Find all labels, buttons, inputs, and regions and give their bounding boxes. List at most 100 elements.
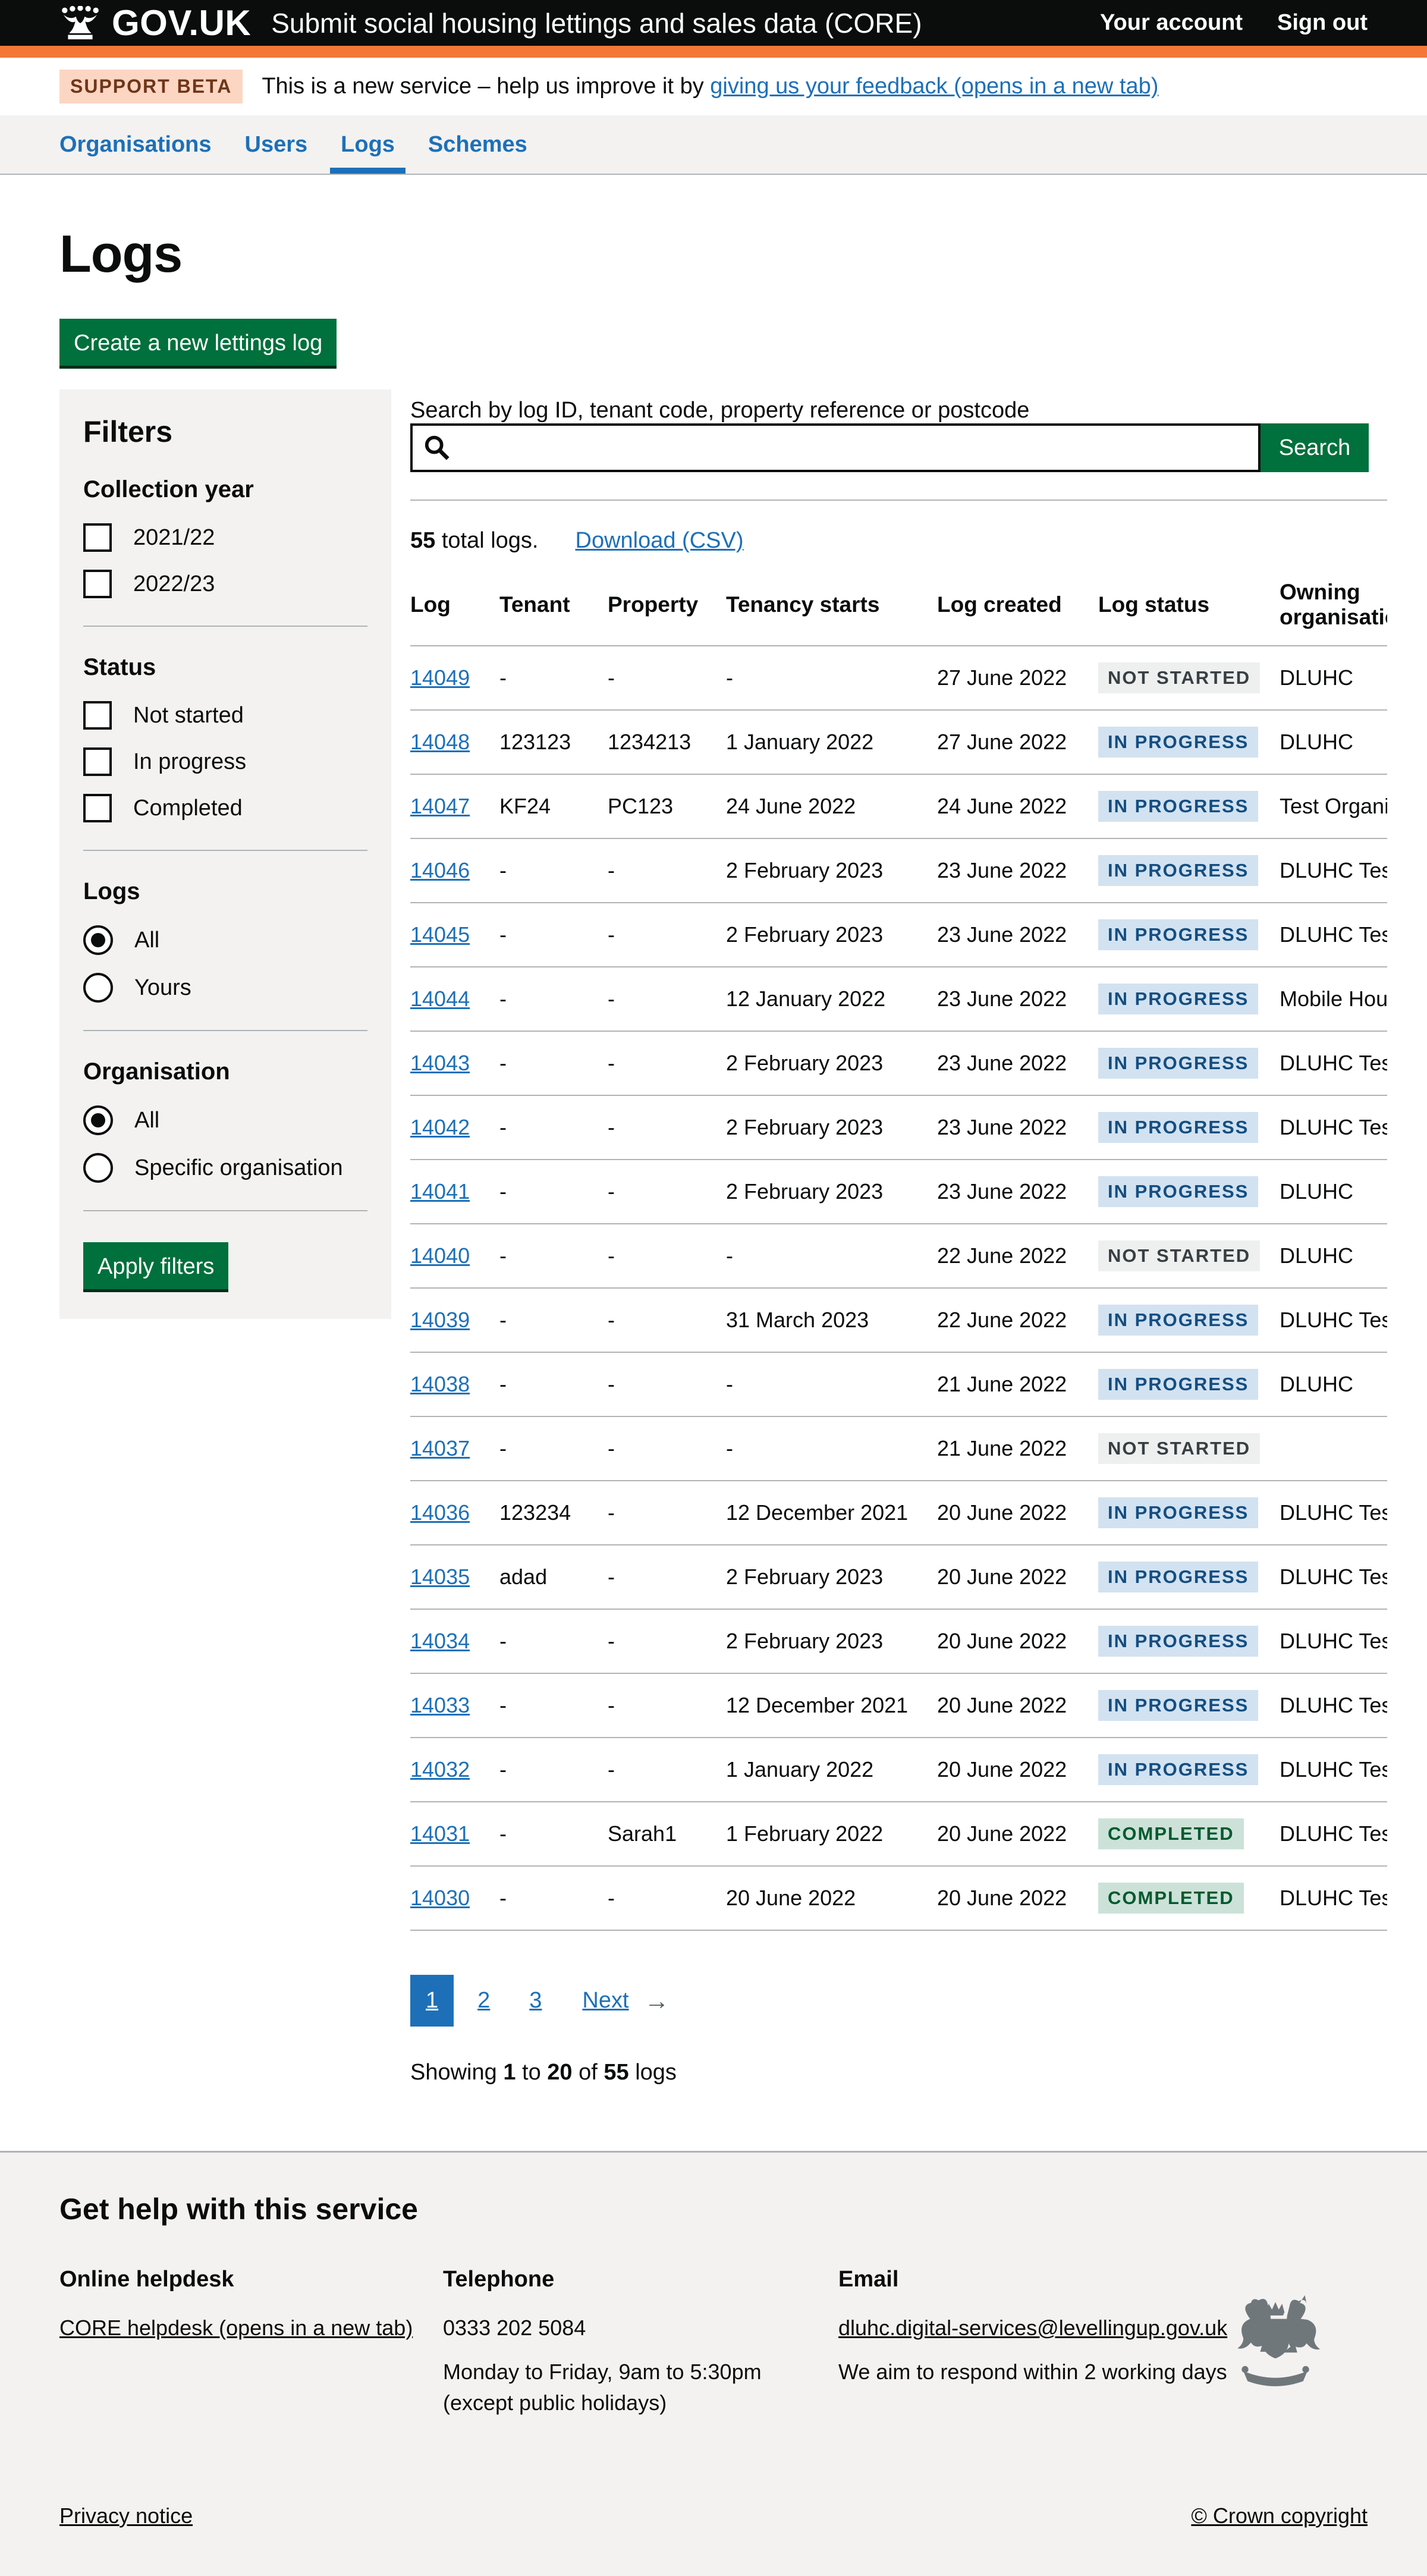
log-link[interactable]: 14038 [410,1372,470,1396]
support-beta-tag: SUPPORT BETA [59,70,243,103]
cell-tenancy-starts: 2 February 2023 [726,1031,937,1095]
your-account-link[interactable]: Your account [1100,10,1243,36]
crown-copyright-link[interactable]: © Crown copyright [1191,2503,1368,2528]
cell-tenant: - [499,1802,608,1866]
radio-icon[interactable] [83,1105,113,1135]
table-row: 14030--20 June 202220 June 2022COMPLETED… [410,1866,1387,1930]
primary-nav: Organisations Users Logs Schemes [0,115,1427,175]
phase-banner-text: This is a new service – help us improve … [262,74,1158,99]
cell-log-status: IN PROGRESS [1098,1738,1280,1802]
cell-tenant: - [499,1738,608,1802]
cell-tenancy-starts: 1 January 2022 [726,710,937,774]
log-link[interactable]: 14044 [410,987,470,1011]
table-row: 14047KF24PC12324 June 202224 June 2022IN… [410,774,1387,838]
cell-log-status: IN PROGRESS [1098,903,1280,967]
log-link[interactable]: 14042 [410,1115,470,1139]
pagination-page-2[interactable]: 2 [462,1975,505,2027]
table-row: 14035adad-2 February 202320 June 2022IN … [410,1545,1387,1609]
log-link[interactable]: 14040 [410,1243,470,1268]
cell-tenancy-starts: 2 February 2023 [726,838,937,903]
checkbox-icon[interactable] [83,794,112,822]
log-link[interactable]: 14045 [410,922,470,947]
col-header-log-status: Log status [1098,580,1280,646]
table-row: 14042--2 February 202323 June 2022IN PRO… [410,1095,1387,1160]
log-link[interactable]: 14032 [410,1757,470,1782]
create-lettings-log-button[interactable]: Create a new lettings log [59,319,337,366]
filter-group-organisation: Organisation AllSpecific organisation [83,1058,367,1183]
cell-tenancy-starts: 12 December 2021 [726,1481,937,1545]
feedback-link[interactable]: giving us your feedback (opens in a new … [710,74,1158,99]
core-helpdesk-link[interactable]: CORE helpdesk (opens in a new tab) [59,2316,413,2340]
log-link[interactable]: 14037 [410,1436,470,1460]
cell-tenancy-starts: - [726,1416,937,1481]
radio-option[interactable]: Specific organisation [83,1153,367,1183]
nav-item-schemes[interactable]: Schemes [428,115,527,174]
checkbox-icon[interactable] [83,701,112,730]
privacy-notice-link[interactable]: Privacy notice [59,2503,193,2528]
option-label: All [134,1108,159,1133]
log-link[interactable]: 14035 [410,1565,470,1589]
cell-tenancy-starts: 1 February 2022 [726,1802,937,1866]
cell-property: PC123 [608,774,726,838]
radio-icon[interactable] [83,925,113,955]
radio-icon[interactable] [83,973,113,1003]
email-link[interactable]: dluhc.digital-services@levellingup.gov.u… [838,2316,1227,2340]
nav-item-logs[interactable]: Logs [341,115,395,174]
log-link[interactable]: 14034 [410,1629,470,1653]
checkbox-option[interactable]: Not started [83,701,367,730]
radio-icon[interactable] [83,1153,113,1183]
filter-legend-status: Status [83,654,367,681]
cell-tenant: - [499,1866,608,1930]
cell-tenant: - [499,838,608,903]
cell-log-created: 23 June 2022 [937,903,1098,967]
cell-tenant: 123123 [499,710,608,774]
cell-log-created: 20 June 2022 [937,1673,1098,1738]
log-link[interactable]: 14036 [410,1500,470,1525]
nav-item-organisations[interactable]: Organisations [59,115,212,174]
cell-owning-organisation: DLUHC Test [1280,1673,1387,1738]
checkbox-option[interactable]: 2022/23 [83,570,367,598]
apply-filters-button[interactable]: Apply filters [83,1242,228,1289]
header-logo-group[interactable]: GOV.UK Submit social housing lettings an… [59,2,1100,43]
table-row: 14039--31 March 202322 June 2022IN PROGR… [410,1288,1387,1352]
log-link[interactable]: 14043 [410,1051,470,1075]
cell-tenancy-starts: 2 February 2023 [726,1160,937,1224]
checkbox-option[interactable]: In progress [83,747,367,776]
cell-property: - [608,1031,726,1095]
sign-out-link[interactable]: Sign out [1277,10,1368,36]
checkbox-option[interactable]: 2021/22 [83,523,367,552]
checkbox-option[interactable]: Completed [83,794,367,822]
service-name[interactable]: Submit social housing lettings and sales… [271,7,922,39]
filter-divider [83,850,367,851]
log-link[interactable]: 14041 [410,1179,470,1204]
checkbox-icon[interactable] [83,570,112,598]
cell-tenant: - [499,1095,608,1160]
cell-tenant: - [499,1160,608,1224]
checkbox-icon[interactable] [83,747,112,776]
radio-option[interactable]: All [83,1105,367,1135]
radio-option[interactable]: All [83,925,367,955]
pagination-page-1-current[interactable]: 1 [410,1975,454,2027]
log-link[interactable]: 14039 [410,1308,470,1332]
search-button[interactable]: Search [1261,423,1369,472]
pagination-next-link[interactable]: Next [582,1988,628,2013]
cell-property: - [608,1609,726,1673]
status-badge: IN PROGRESS [1098,1497,1258,1528]
nav-item-users[interactable]: Users [245,115,308,174]
log-link[interactable]: 14049 [410,665,470,690]
log-link[interactable]: 14031 [410,1821,470,1846]
pagination-page-3[interactable]: 3 [514,1975,557,2027]
log-link[interactable]: 14030 [410,1886,470,1910]
log-link[interactable]: 14033 [410,1693,470,1717]
search-input[interactable] [410,423,1261,472]
download-csv-link[interactable]: Download (CSV) [576,528,744,554]
govuk-header: GOV.UK Submit social housing lettings an… [0,0,1427,58]
radio-option[interactable]: Yours [83,973,367,1003]
status-badge: COMPLETED [1098,1818,1244,1849]
cell-property: - [608,646,726,710]
checkbox-icon[interactable] [83,523,112,552]
log-link[interactable]: 14048 [410,730,470,754]
log-link[interactable]: 14046 [410,858,470,882]
log-link[interactable]: 14047 [410,794,470,818]
cell-owning-organisation: DLUHC [1280,1160,1387,1224]
